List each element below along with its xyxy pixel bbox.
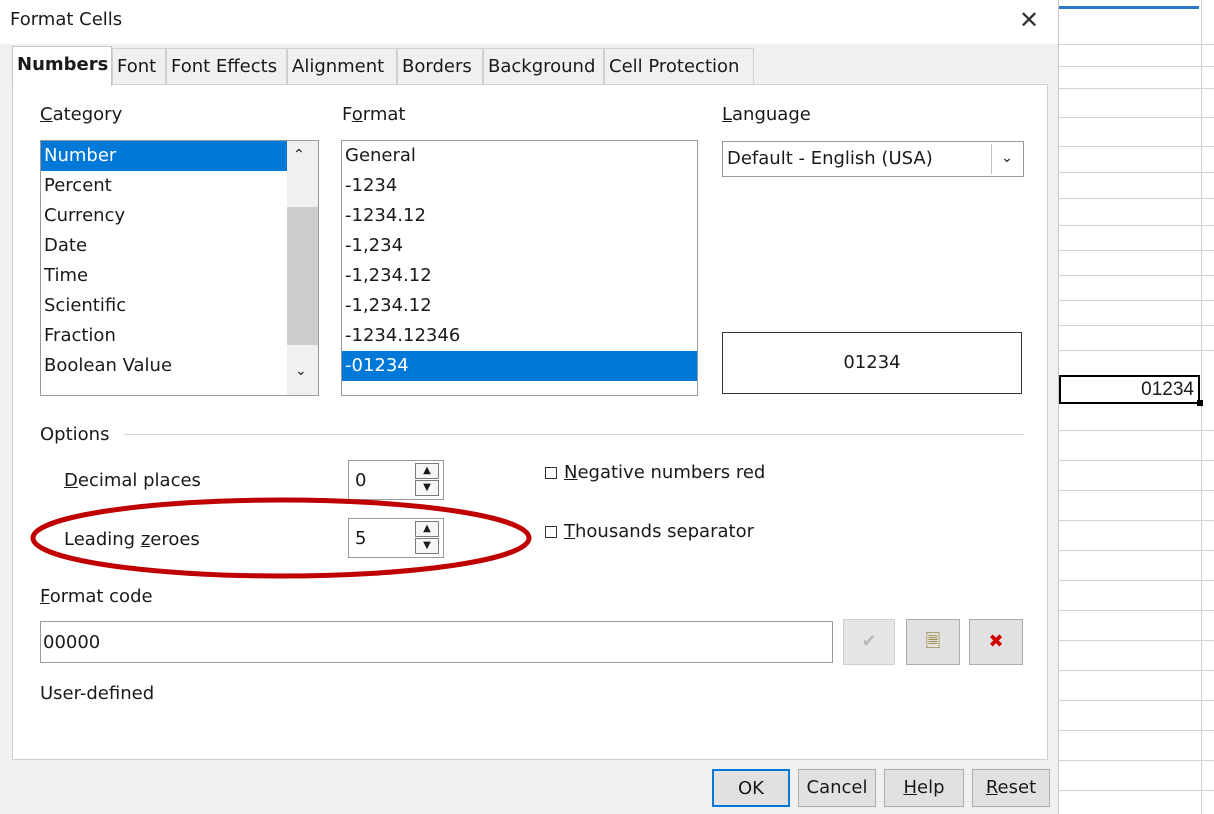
cancel-button[interactable]: Cancel: [798, 769, 876, 807]
category-item-scientific[interactable]: Scientific: [41, 291, 287, 321]
format-item[interactable]: -1234.12346: [342, 321, 697, 351]
category-item-currency[interactable]: Currency: [41, 201, 287, 231]
tab-background[interactable]: Background: [483, 48, 604, 84]
format-item[interactable]: -1,234.12: [342, 261, 697, 291]
thousands-separator-label[interactable]: Thousands separator: [564, 521, 754, 542]
language-select[interactable]: Default - English (USA) ⌄: [722, 141, 1024, 177]
tab-cell-protection[interactable]: Cell Protection: [604, 48, 754, 84]
language-label: Language: [722, 104, 811, 125]
format-code-value: 00000: [43, 632, 101, 653]
tab-borders[interactable]: Borders: [397, 48, 483, 84]
chevron-up-icon[interactable]: ▲: [415, 463, 439, 479]
format-preview: 01234: [722, 332, 1022, 394]
category-scroll-thumb[interactable]: [287, 207, 318, 345]
category-item-fraction[interactable]: Fraction: [41, 321, 287, 351]
tab-alignment[interactable]: Alignment: [287, 48, 397, 84]
dialog-title: Format Cells: [10, 9, 123, 30]
sheet-accent-bar: [1059, 6, 1199, 9]
category-item-time[interactable]: Time: [41, 261, 287, 291]
options-divider: [124, 434, 1024, 435]
check-icon[interactable]: ✔: [843, 619, 895, 665]
format-item-selected[interactable]: -01234: [342, 351, 697, 381]
thousands-separator-checkbox[interactable]: [545, 526, 557, 538]
negative-numbers-red-label[interactable]: Negative numbers red: [564, 462, 765, 483]
decimal-places-label: Decimal places: [64, 470, 201, 491]
category-listbox[interactable]: Number Percent Currency Date Time Scient…: [40, 140, 319, 396]
category-item-number[interactable]: Number: [41, 141, 287, 171]
highlight-ellipse: [30, 497, 532, 579]
reset-button[interactable]: Reset: [972, 769, 1050, 807]
options-label: Options: [40, 424, 110, 445]
fill-handle[interactable]: [1197, 400, 1203, 406]
decimal-places-value: 0: [355, 470, 367, 491]
spreadsheet-background: 01234: [1058, 0, 1214, 814]
format-code-label: Format code: [40, 586, 153, 607]
format-item[interactable]: General: [342, 141, 697, 171]
format-item[interactable]: -1,234: [342, 231, 697, 261]
category-scrollbar[interactable]: ⌃ ⌄: [287, 141, 318, 395]
format-item[interactable]: -1,234.12: [342, 291, 697, 321]
dialog-titlebar: [0, 0, 1058, 44]
category-label: Category: [40, 104, 123, 125]
category-item-date[interactable]: Date: [41, 231, 287, 261]
help-button[interactable]: Help: [884, 769, 964, 807]
close-icon[interactable]: ✕: [1014, 4, 1044, 36]
format-item[interactable]: -1234: [342, 171, 697, 201]
chevron-down-icon[interactable]: ⌄: [295, 363, 307, 379]
negative-numbers-red-checkbox[interactable]: [545, 467, 557, 479]
format-code-input[interactable]: 00000: [40, 621, 833, 663]
chevron-down-icon[interactable]: ⌄: [991, 144, 1022, 174]
category-items: Number Percent Currency Date Time Scient…: [41, 141, 287, 381]
format-code-status: User-defined: [40, 683, 155, 704]
delete-icon[interactable]: ✖: [969, 619, 1023, 665]
category-item-percent[interactable]: Percent: [41, 171, 287, 201]
format-item[interactable]: -1234.12: [342, 201, 697, 231]
tab-numbers[interactable]: Numbers: [12, 46, 112, 86]
chevron-up-icon[interactable]: ⌃: [293, 147, 305, 163]
format-listbox[interactable]: General -1234 -1234.12 -1,234 -1,234.12 …: [341, 140, 698, 396]
selected-cell[interactable]: 01234: [1059, 375, 1200, 404]
tab-font-effects[interactable]: Font Effects: [166, 48, 287, 84]
language-value: Default - English (USA): [727, 148, 933, 169]
comment-icon[interactable]: 🗏: [906, 619, 960, 665]
format-label: Format: [342, 104, 406, 125]
category-item-boolean-value[interactable]: Boolean Value: [41, 351, 287, 381]
ok-button[interactable]: OK: [712, 769, 790, 807]
tab-font[interactable]: Font: [112, 48, 166, 84]
